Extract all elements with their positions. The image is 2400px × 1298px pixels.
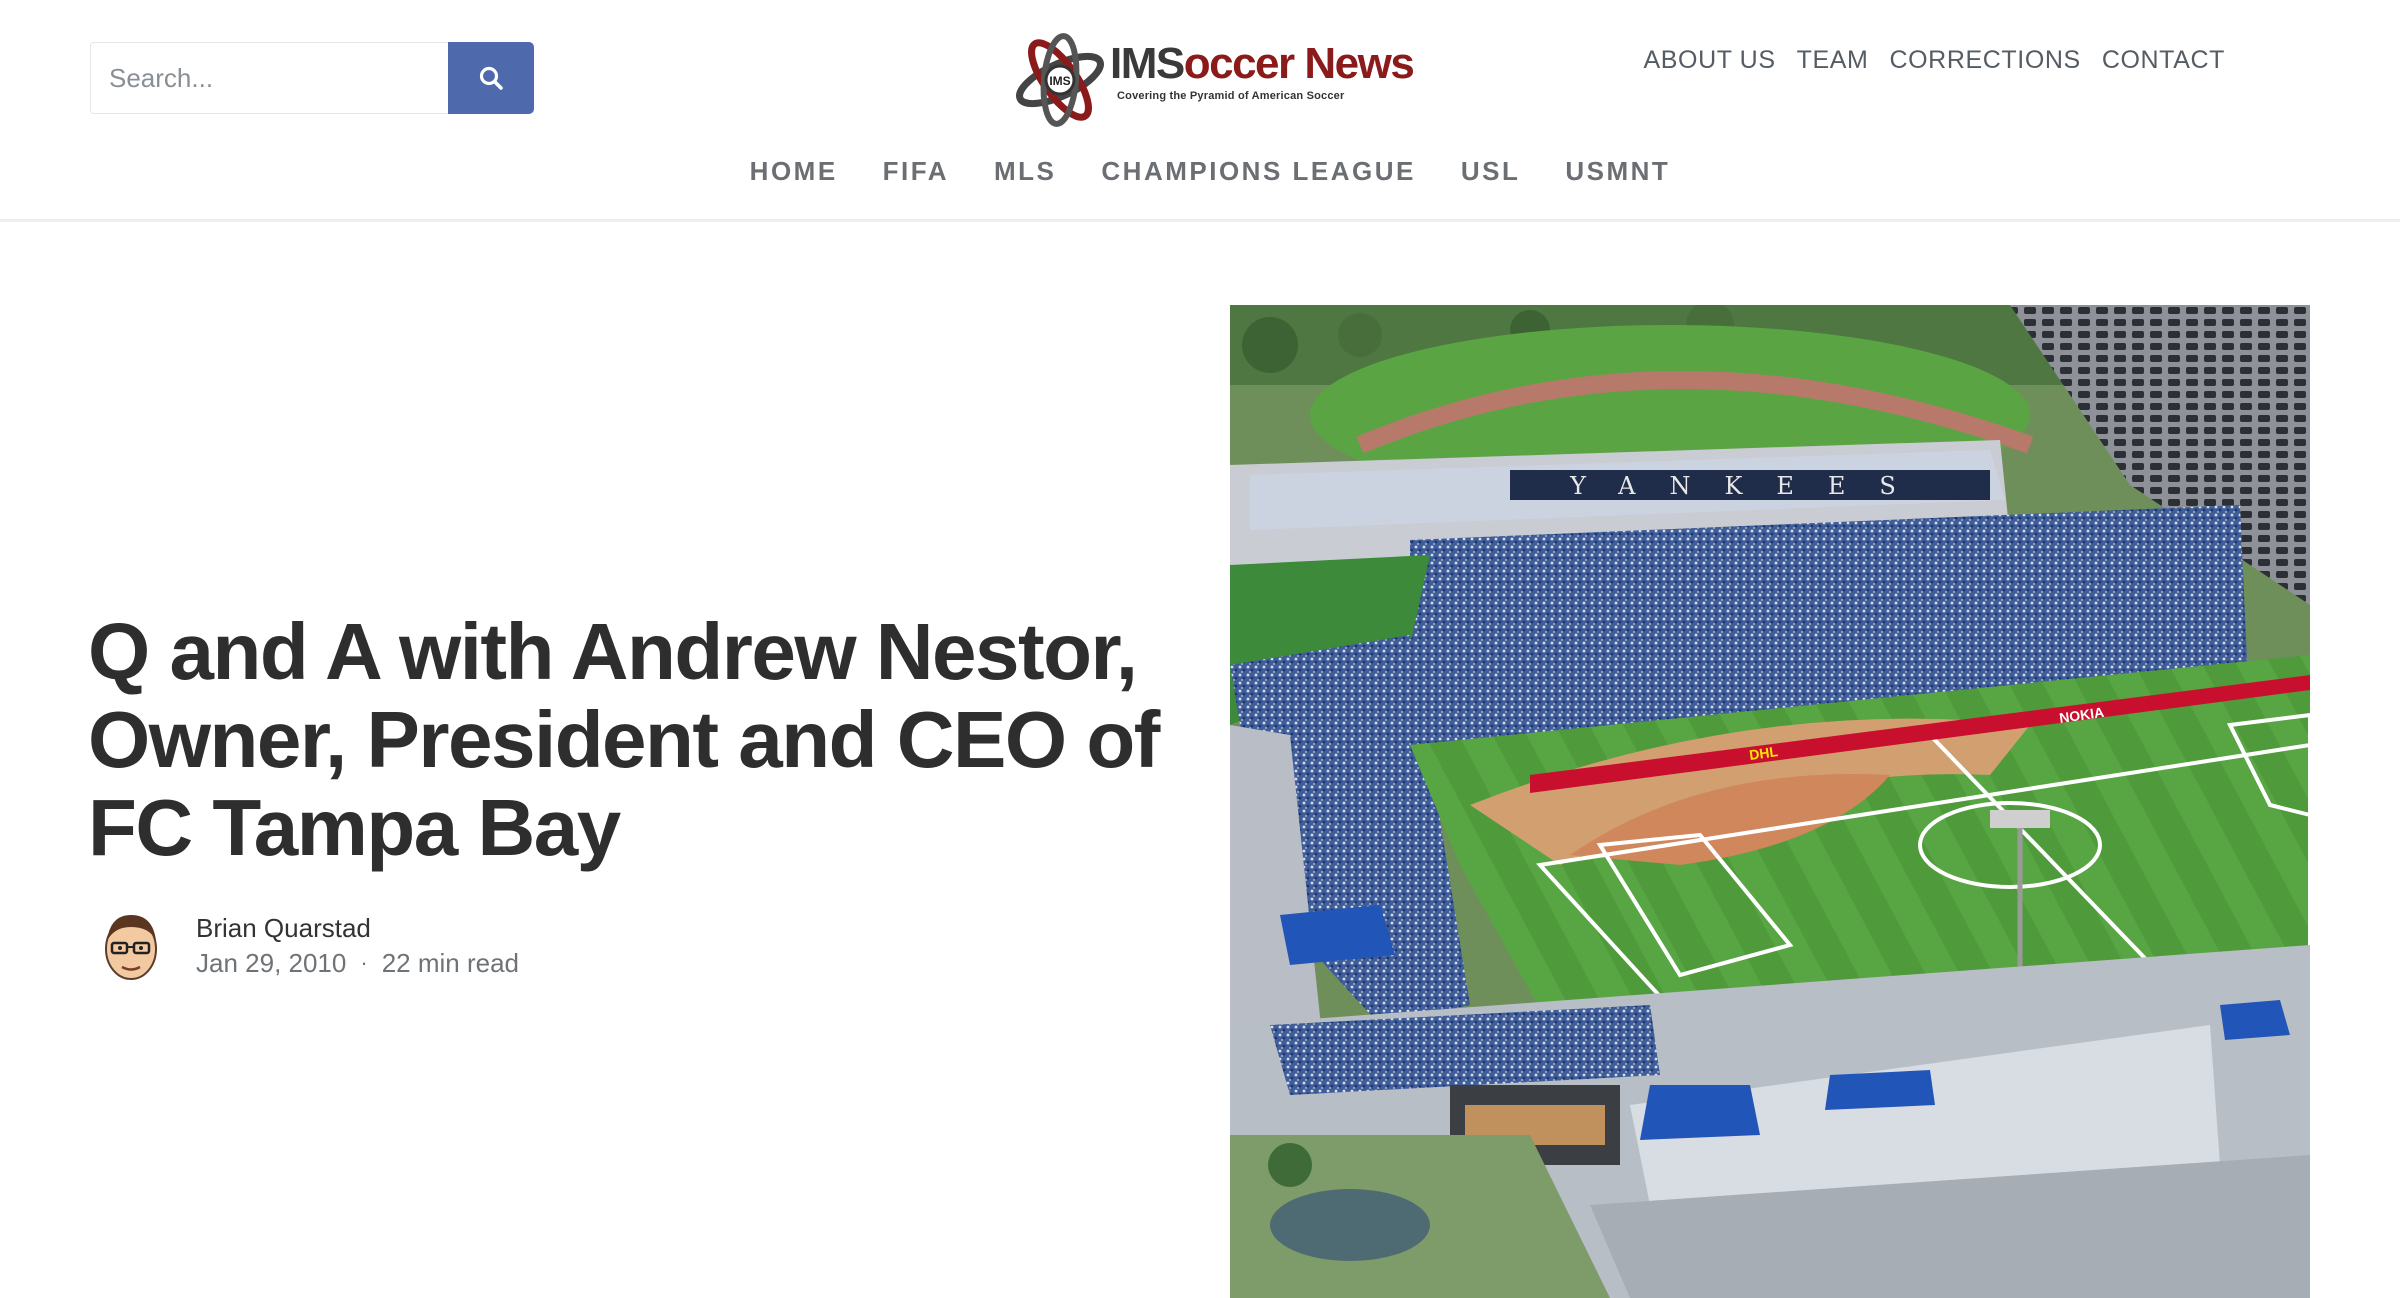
post-meta: Jan 29, 2010 · 22 min read [196, 945, 519, 981]
main-nav-usmnt[interactable]: USMNT [1565, 156, 1670, 187]
author-name[interactable]: Brian Quarstad [196, 911, 519, 945]
search-input[interactable] [90, 42, 448, 114]
hero-image: YANKEES DHL NOKIA [1230, 305, 2310, 1298]
site-logo[interactable]: IMS IMSoccer News Covering the Pyramid o… [1010, 28, 1415, 128]
main-nav: HOME FIFA MLS CHAMPIONS LEAGUE USL USMNT [0, 156, 2400, 187]
logo-emblem: IMS [1016, 33, 1104, 127]
read-time: 22 min read [381, 948, 519, 978]
main-nav-usl[interactable]: USL [1461, 156, 1521, 187]
logo-wordmark: IMSoccer News [1110, 39, 1415, 88]
author-avatar[interactable] [98, 905, 164, 985]
logo-tagline: Covering the Pyramid of American Soccer [1117, 90, 1345, 102]
main-nav-mls[interactable]: MLS [994, 156, 1056, 187]
util-nav-team[interactable]: TEAM [1797, 46, 1869, 75]
utility-nav: ABOUT US TEAM CORRECTIONS CONTACT [1643, 46, 2225, 75]
author-byline: Brian Quarstad Jan 29, 2010 · 22 min rea… [98, 905, 519, 985]
stadium-illustration: YANKEES DHL NOKIA [1230, 305, 2310, 1298]
article-title: Q and A with Andrew Nestor, Owner, Presi… [88, 607, 1160, 872]
stadium-sign-text: YANKEES [1569, 472, 1930, 500]
main-nav-fifa[interactable]: FIFA [883, 156, 949, 187]
author-meta: Brian Quarstad Jan 29, 2010 · 22 min rea… [196, 905, 519, 981]
util-nav-about-us[interactable]: ABOUT US [1643, 46, 1775, 75]
main-nav-home[interactable]: HOME [750, 156, 838, 187]
logo-badge-text: IMS [1049, 74, 1070, 88]
meta-separator: · [360, 950, 368, 975]
logo-wordmark-suffix: occer News [1183, 39, 1415, 88]
search-button[interactable] [448, 42, 534, 114]
search-form [90, 42, 534, 114]
util-nav-corrections[interactable]: CORRECTIONS [1889, 46, 2080, 75]
util-nav-contact[interactable]: CONTACT [2102, 46, 2225, 75]
post-date: Jan 29, 2010 [196, 948, 347, 978]
main-nav-champions-league[interactable]: CHAMPIONS LEAGUE [1101, 156, 1415, 187]
logo-wordmark-prefix: IMS [1110, 39, 1185, 88]
site-header: IMS IMSoccer News Covering the Pyramid o… [0, 0, 2400, 222]
search-icon [479, 66, 503, 90]
